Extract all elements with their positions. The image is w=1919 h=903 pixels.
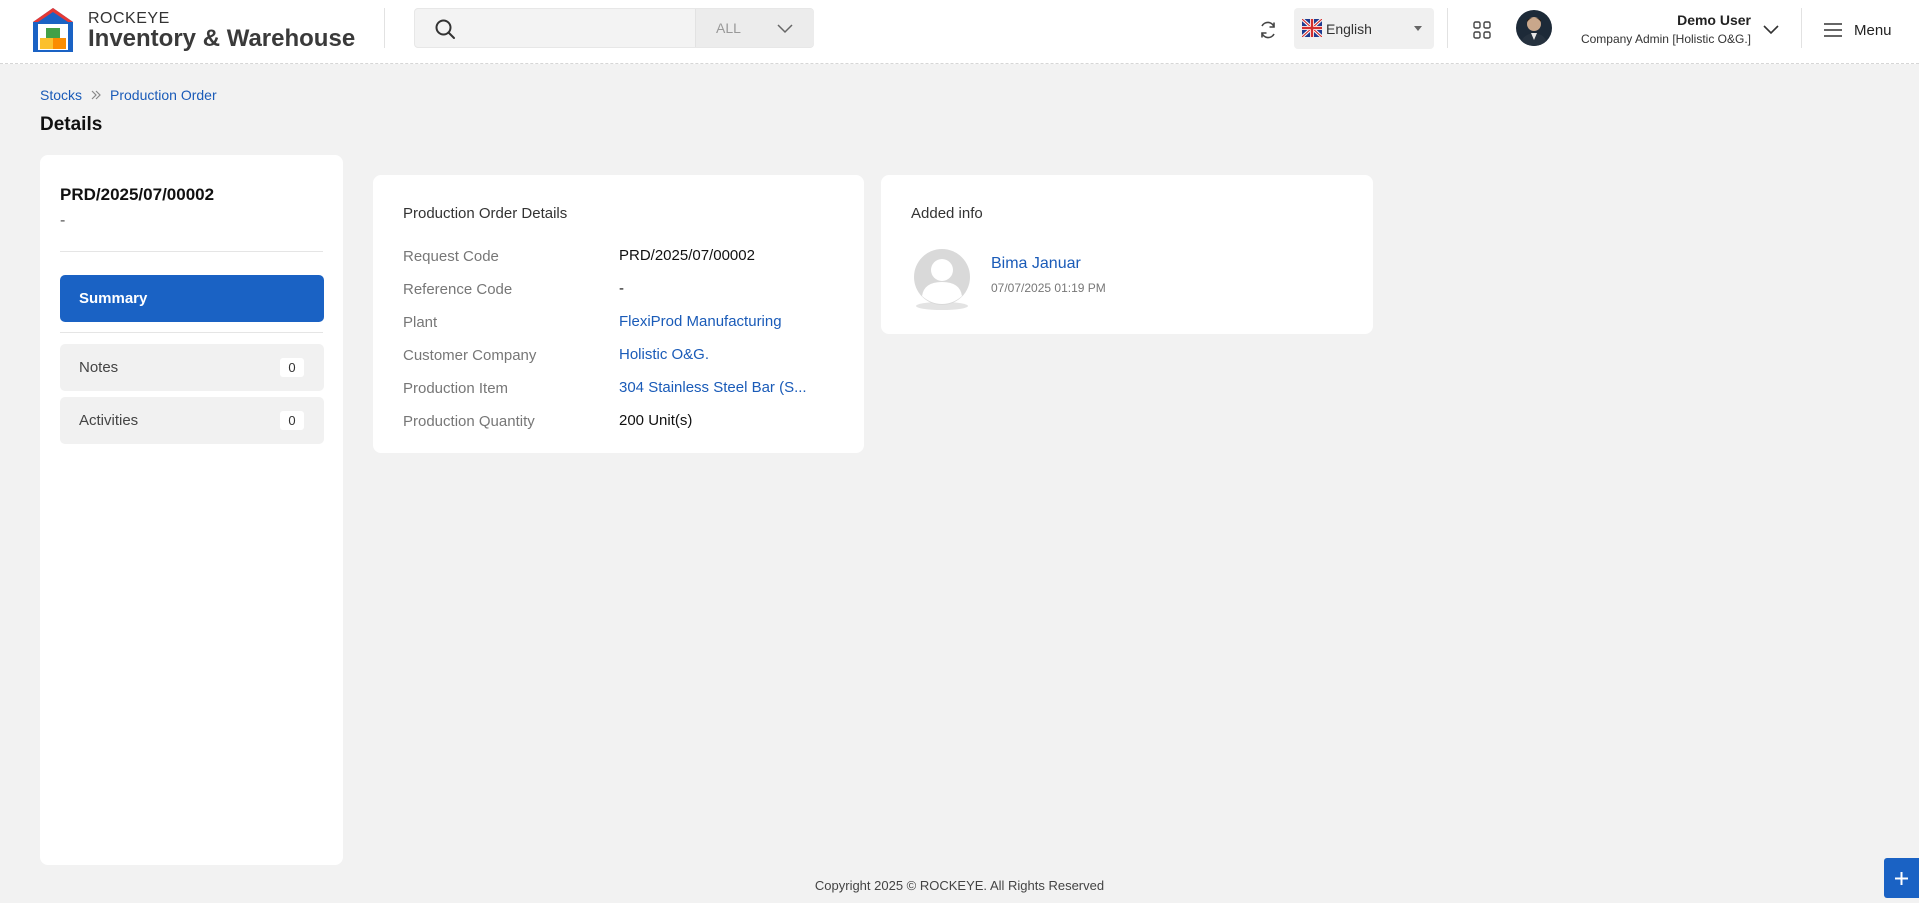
plus-icon — [1895, 872, 1908, 885]
breadcrumb-item-stocks[interactable]: Stocks — [40, 87, 82, 103]
field-label-request-code: Request Code — [403, 248, 499, 265]
caret-down-icon — [1414, 26, 1422, 31]
count-badge: 0 — [280, 411, 304, 430]
field-label-plant: Plant — [403, 314, 438, 331]
added-datetime: 07/07/2025 01:19 PM — [991, 281, 1106, 295]
page-title: Details — [40, 114, 103, 135]
added-info-card: Added info Bima Januar 07/07/2025 01:19 … — [881, 175, 1373, 334]
user-role: Company Admin [Holistic O&G.] — [1580, 32, 1751, 46]
rockeye-logo-icon[interactable] — [32, 6, 74, 54]
field-value-plant[interactable]: FlexiProd Manufacturing — [619, 313, 782, 330]
header-divider — [1447, 8, 1448, 48]
record-subtitle: - — [60, 212, 66, 229]
user-placeholder-icon — [914, 249, 970, 310]
added-by-user-link[interactable]: Bima Januar — [991, 255, 1081, 273]
search-input[interactable] — [471, 15, 701, 43]
field-label-customer-company: Customer Company — [403, 347, 537, 364]
field-value-request-code: PRD/2025/07/00002 — [619, 247, 755, 264]
tab-summary[interactable]: Summary — [60, 275, 324, 322]
panel-divider — [60, 332, 323, 333]
production-order-details-card: Production Order Details Request Code PR… — [373, 175, 864, 453]
apps-grid-icon[interactable] — [1472, 20, 1492, 40]
panel-divider — [60, 251, 323, 252]
user-avatar[interactable] — [1516, 10, 1552, 46]
field-value-customer-company[interactable]: Holistic O&G. — [619, 346, 709, 363]
field-label-production-item: Production Item — [403, 380, 509, 397]
user-name[interactable]: Demo User — [1677, 12, 1751, 28]
app-title: Inventory & Warehouse — [88, 25, 356, 52]
tab-notes[interactable]: Notes 0 — [60, 344, 324, 391]
top-header: ROCKEYE Inventory & Warehouse ALL Englis… — [0, 0, 1919, 64]
chevron-down-icon — [777, 24, 793, 34]
field-value-production-item[interactable]: 304 Stainless Steel Bar (S... — [619, 379, 807, 396]
user-photo-icon — [1516, 10, 1552, 46]
tab-activities[interactable]: Activities 0 — [60, 397, 324, 444]
breadcrumb: Stocks Production Order — [40, 87, 217, 103]
chevron-right-double-icon — [91, 90, 101, 100]
chevron-down-icon[interactable] — [1762, 20, 1780, 38]
count-badge: 0 — [280, 358, 304, 377]
footer-copyright: Copyright 2025 © ROCKEYE. All Rights Res… — [814, 878, 1105, 893]
language-label: English — [1326, 21, 1372, 37]
menu-button[interactable]: Menu — [1854, 22, 1892, 39]
record-code: PRD/2025/07/00002 — [60, 185, 215, 204]
global-search: ALL — [414, 8, 814, 48]
card-title: Production Order Details — [403, 205, 568, 222]
record-sidebar: PRD/2025/07/00002 - Summary Notes 0 Acti… — [40, 155, 343, 865]
field-label-reference-code: Reference Code — [403, 281, 513, 298]
language-selector[interactable]: English — [1294, 8, 1434, 49]
header-divider — [384, 8, 385, 48]
search-scope-dropdown[interactable]: ALL — [695, 9, 814, 47]
search-icon[interactable] — [433, 17, 457, 41]
tab-label: Notes — [79, 359, 119, 376]
hamburger-menu-icon[interactable] — [1823, 21, 1843, 39]
field-label-production-quantity: Production Quantity — [403, 413, 535, 430]
uk-flag-icon — [1302, 19, 1322, 37]
field-value-reference-code: - — [619, 280, 624, 297]
tab-label: Summary — [79, 290, 148, 307]
card-title: Added info — [911, 205, 983, 222]
field-value-production-quantity: 200 Unit(s) — [619, 412, 693, 429]
search-scope-label: ALL — [716, 20, 741, 36]
refresh-icon[interactable] — [1258, 20, 1278, 40]
add-button[interactable] — [1884, 858, 1919, 898]
breadcrumb-item-production-order[interactable]: Production Order — [110, 87, 217, 103]
tab-label: Activities — [79, 412, 139, 429]
header-divider — [1801, 8, 1802, 48]
